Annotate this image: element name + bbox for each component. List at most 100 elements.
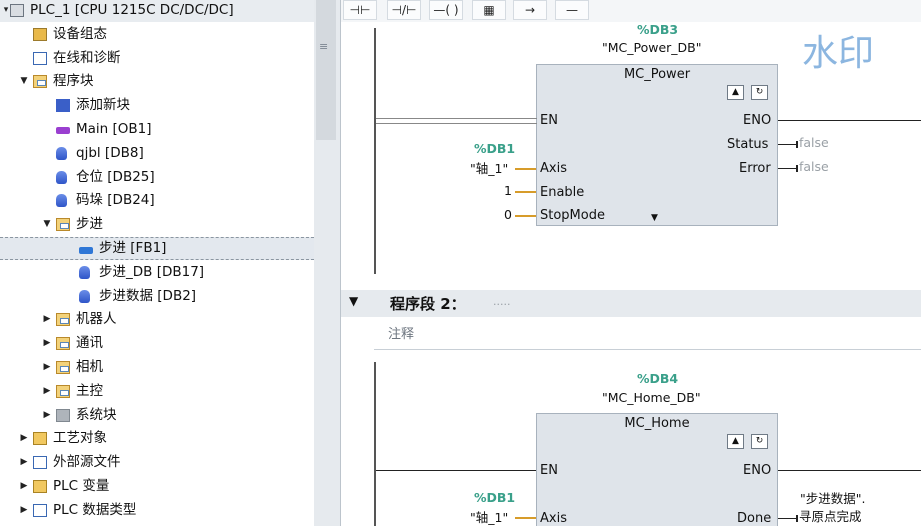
axis-db-name-2[interactable]: "轴_1" — [470, 507, 508, 526]
network-name-field[interactable]: ..... — [493, 295, 510, 308]
tree-item[interactable]: ▼ 程序块 — [0, 70, 314, 93]
block-help-icon-2[interactable]: ↻ — [751, 434, 768, 449]
done-variable-line2[interactable]: 寻原点完成 — [799, 506, 862, 525]
error-wire — [778, 168, 796, 169]
plc-datatypes-icon — [33, 503, 47, 517]
tree-item[interactable]: ▶ 工艺对象 — [0, 427, 314, 450]
block-help-icon[interactable]: ↻ — [751, 85, 768, 100]
collapse-arrow-icon[interactable]: ▼ — [18, 70, 30, 93]
done-variable-line1[interactable]: "步进数据". — [800, 488, 865, 507]
ladder-editor: ⊣⊢ ⊣/⊢ —( ) ▦ → — %DB3 "MC_Power_DB" MC_… — [341, 0, 921, 526]
tree-item-label: PLC 变量 — [53, 478, 110, 494]
tree-item[interactable]: ▶ 通讯 — [0, 332, 314, 355]
stopmode-value[interactable]: 0 — [504, 207, 512, 222]
network-comment[interactable]: 注释 — [388, 323, 414, 342]
folder-icon — [56, 218, 70, 232]
error-value[interactable]: false — [799, 159, 829, 174]
status-wire — [778, 144, 796, 145]
instance-db-ref-2[interactable]: %DB4 — [637, 371, 678, 386]
splitter-grip-icon[interactable]: ≡ — [319, 40, 328, 53]
expand-arrow-icon[interactable]: ▶ — [41, 308, 53, 331]
instance-db-name-2[interactable]: "MC_Home_DB" — [602, 390, 701, 405]
network-2-header[interactable]: ▼ 程序段 2： ..... — [341, 290, 921, 317]
expand-arrow-icon[interactable]: ▶ — [18, 451, 30, 474]
tree-item[interactable]: ▶ 机器人 — [0, 308, 314, 331]
collapse-arrow-icon[interactable]: ▼ — [41, 213, 53, 236]
expand-arrow-icon[interactable]: ▶ — [41, 404, 53, 427]
tree-item[interactable]: 步进数据 [DB2] — [0, 285, 314, 308]
fb-icon — [79, 247, 93, 254]
eno-pin: ENO — [743, 113, 772, 128]
ob-icon — [56, 127, 70, 134]
block-status-icon[interactable]: ▲ — [727, 85, 744, 100]
collapse-arrow-icon[interactable]: ▼ — [349, 294, 358, 308]
tree-item-label: PLC 数据类型 — [53, 501, 137, 518]
enable-value[interactable]: 1 — [504, 183, 512, 198]
tree-item[interactable]: 设备组态 — [0, 23, 314, 46]
external-source-icon — [33, 456, 47, 470]
status-value[interactable]: false — [799, 135, 829, 150]
expand-arrow-icon[interactable]: ▶ — [41, 356, 53, 379]
mc-power-block[interactable]: MC_Power ▲ ↻ EN ENO Axis Enable StopMode… — [536, 64, 778, 226]
block-title: MC_Power — [623, 67, 691, 82]
tree-item[interactable]: ▶ 外部源文件 — [0, 451, 314, 474]
plc-icon — [10, 4, 24, 17]
mc-home-block[interactable]: MC_Home ▲ ↻ EN ENO Axis Done — [536, 413, 778, 526]
tree-scrollbar-thumb[interactable] — [316, 0, 336, 140]
eno-wire-2 — [778, 470, 921, 471]
expand-arrow-icon[interactable]: ▶ — [18, 475, 30, 498]
tree-item[interactable]: 仓位 [DB25] — [0, 166, 314, 189]
tree-item[interactable]: ▼ 步进 — [0, 213, 314, 236]
en-wire — [376, 118, 537, 124]
empty-box-button[interactable]: ▦ — [472, 0, 506, 20]
tree-item[interactable]: ▶ 相机 — [0, 356, 314, 379]
tree-item[interactable]: ▾ PLC_1 [CPU 1215C DC/DC/DC] — [0, 0, 314, 22]
block-status-icon-2[interactable]: ▲ — [727, 434, 744, 449]
done-wire — [778, 518, 796, 519]
nc-contact-button[interactable]: ⊣/⊢ — [387, 0, 421, 20]
no-contact-button[interactable]: ⊣⊢ — [343, 0, 377, 20]
status-pin: Status — [727, 137, 769, 152]
tree-item-label: 相机 — [76, 359, 103, 375]
tree-item[interactable]: 在线和诊断 — [0, 47, 314, 70]
axis-wire — [515, 168, 536, 170]
en-pin: EN — [540, 113, 558, 128]
plc-tags-icon — [33, 480, 47, 493]
tree-item[interactable]: 码垛 [DB24] — [0, 189, 314, 212]
coil-button[interactable]: —( ) — [429, 0, 463, 20]
tree-item-label: 机器人 — [76, 311, 117, 328]
tree-item[interactable]: qjbl [DB8] — [0, 142, 314, 165]
axis-wire-2 — [515, 517, 536, 519]
db-icon — [56, 194, 67, 208]
axis-db-ref-2[interactable]: %DB1 — [474, 490, 515, 505]
close-branch-button[interactable]: — — [555, 0, 589, 20]
axis-pin: Axis — [540, 161, 567, 176]
expand-arrow-icon[interactable]: ▶ — [18, 499, 30, 522]
db-icon — [56, 146, 67, 160]
tree-item[interactable]: ▶ 主控 — [0, 380, 314, 403]
tree-item[interactable]: ▶ 系统块 — [0, 404, 314, 427]
tree-item[interactable]: 步进 [FB1] — [0, 237, 314, 260]
open-branch-button[interactable]: → — [513, 0, 547, 20]
expand-arrow-icon[interactable]: ▶ — [41, 332, 53, 355]
tree-item[interactable]: 添加新块 — [0, 94, 314, 117]
expand-arrow-icon[interactable]: ▶ — [18, 427, 30, 450]
axis-db-name[interactable]: "轴_1" — [470, 158, 508, 177]
axis-db-ref[interactable]: %DB1 — [474, 141, 515, 156]
comment-divider — [374, 349, 921, 350]
folder-icon — [56, 313, 70, 327]
expand-arrow-icon[interactable]: ▼ — [651, 213, 658, 223]
instance-db-name[interactable]: "MC_Power_DB" — [602, 40, 702, 55]
tree-item[interactable]: Main [OB1] — [0, 118, 314, 141]
tree-item-label: 设备组态 — [53, 25, 107, 42]
tree-item[interactable]: ▶ PLC 数据类型 — [0, 499, 314, 522]
expand-arrow-icon[interactable]: ▶ — [41, 380, 53, 403]
eno-wire — [778, 120, 921, 121]
instance-db-ref[interactable]: %DB3 — [637, 22, 678, 37]
status-terminal — [796, 141, 798, 148]
tree-item[interactable]: 步进_DB [DB17] — [0, 261, 314, 284]
tree-item-label: 外部源文件 — [53, 454, 121, 471]
pane-splitter[interactable]: ≡ — [314, 0, 341, 526]
tree-item[interactable]: ▶ PLC 变量 — [0, 475, 314, 498]
power-rail — [374, 28, 376, 274]
